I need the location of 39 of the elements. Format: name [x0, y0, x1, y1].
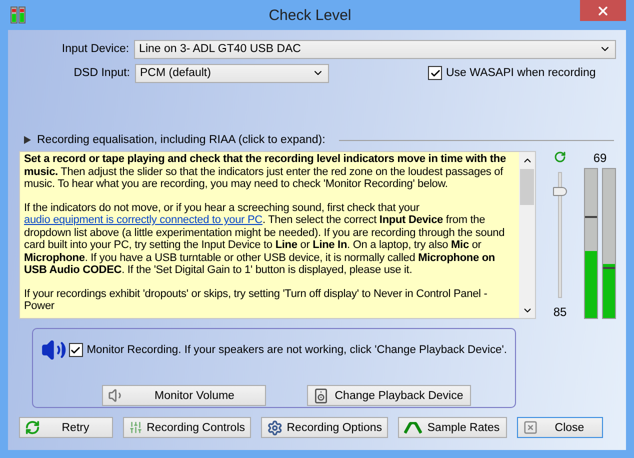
reset-icon[interactable] — [554, 151, 566, 163]
app-icon — [10, 6, 26, 24]
field-label: Input Device: — [60, 43, 130, 55]
gain-bottom-value: 85 — [553, 305, 567, 319]
close-button[interactable] — [580, 0, 626, 21]
wave-icon — [404, 422, 422, 434]
check-icon — [430, 68, 440, 78]
checkbox[interactable] — [428, 66, 442, 80]
check-icon — [70, 344, 82, 356]
scrollbar-thumb[interactable] — [520, 169, 534, 205]
refresh-icon — [25, 420, 40, 435]
options-button[interactable]: Recording Options — [261, 417, 388, 438]
close-button[interactable]: Close — [517, 417, 603, 438]
gain-top-value: 69 — [593, 151, 607, 165]
input-device-dropdown[interactable]: Line on 3- ADL GT40 USB DAC — [134, 40, 616, 58]
controls-button[interactable]: Recording Controls — [123, 417, 251, 438]
checkbox-label: Use WASAPI when recording — [446, 67, 596, 79]
help-paragraph: If the indicators do not move, or if you hear a screeching sound, first check that your audio equipment is correctly connected to your PC. Then select the correct Input Device from the dropdown list above (a little experimentation might be needed). If you are recording through the sound card built into your PC, try setting the Input Device to Line or Line In. On a laptop, try also Mic or Microphone. If you have a USB turntable or other USB device, it is normally called Microphone on USB Audio CODEC. If the 'Set Digital Gain to 1' button is displayed, please use it. — [24, 202, 506, 276]
retry-button[interactable]: Retry — [19, 417, 113, 438]
slider-thumb[interactable] — [553, 187, 567, 196]
close-icon — [523, 420, 538, 435]
dsd-input-dropdown[interactable]: PCM (default) — [135, 64, 329, 82]
field-label: DSD Input: — [72, 67, 131, 79]
slider-icon — [129, 420, 143, 435]
rates-button[interactable]: Sample Rates — [398, 417, 507, 438]
speaker-icon — [313, 388, 329, 404]
equalisation-expander[interactable]: Recording equalisation, including RIAA (click to expand): — [37, 134, 326, 146]
volume-button[interactable]: Monitor Volume — [102, 385, 266, 406]
help-link[interactable]: audio equipment is correctly connected to your PC — [24, 214, 262, 226]
checkbox-label: Monitor Recording. If your speakers are not working, click 'Change Playback Device'. — [86, 344, 507, 356]
window-title: Check Level — [268, 6, 352, 24]
playback-button[interactable]: Change Playback Device — [307, 385, 471, 406]
settings-icon — [267, 420, 283, 436]
close-icon — [596, 4, 610, 18]
expander-triangle-icon[interactable] — [24, 136, 31, 144]
help-paragraph: If your recordings exhibit 'dropouts' or skips, try setting 'Turn off display' to Never in Control Panel - Power — [24, 288, 488, 312]
scrollbar[interactable] — [519, 152, 535, 318]
help-paragraph: Set a record or tape playing and check that the recording level indicators move in time with the music. Then adjust the slider so that the indicators just enter the red zone on the loudest passages of music. To hear what you are recording, you may need to check 'Monitor Recording' below. — [24, 153, 507, 190]
checkbox[interactable] — [68, 343, 83, 357]
